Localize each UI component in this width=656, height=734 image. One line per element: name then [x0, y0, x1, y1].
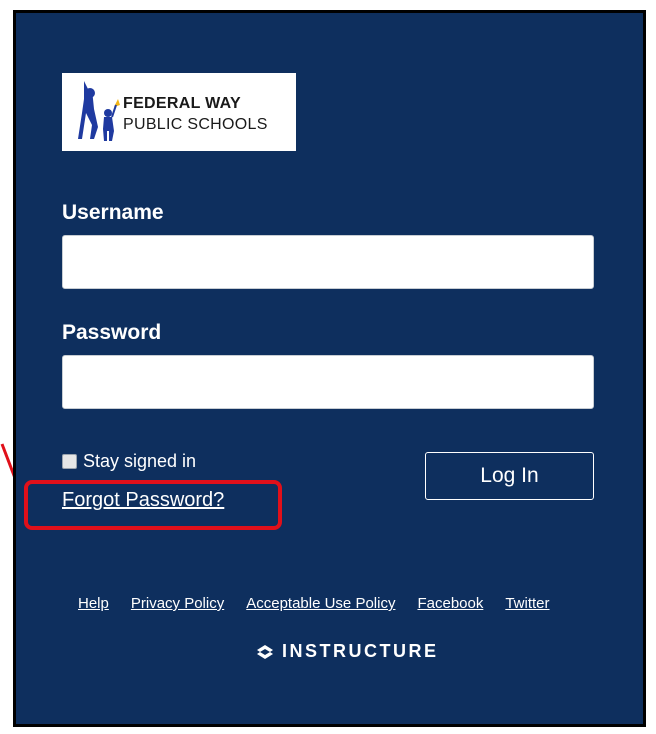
footer-link-acceptable-use-policy[interactable]: Acceptable Use Policy [246, 595, 395, 612]
school-logo: FEDERAL WAY PUBLIC SCHOOLS [62, 73, 296, 151]
stay-signed-in-label: Stay signed in [83, 451, 197, 471]
footer-links: Help Privacy Policy Acceptable Use Polic… [78, 595, 550, 612]
instructure-brand[interactable]: INSTRUCTURE [256, 641, 439, 662]
footer-link-facebook[interactable]: Facebook [417, 595, 483, 612]
logo-text-line2: PUBLIC SCHOOLS [123, 116, 268, 133]
username-input[interactable] [62, 235, 594, 289]
page-frame: FEDERAL WAY PUBLIC SCHOOLS Username Pass… [0, 0, 656, 734]
footer-link-twitter[interactable]: Twitter [505, 595, 549, 612]
password-label: Password [62, 321, 162, 344]
footer-link-help[interactable]: Help [78, 595, 109, 612]
footer-link-privacy-policy[interactable]: Privacy Policy [131, 595, 224, 612]
logo-text-line1: FEDERAL WAY [123, 95, 241, 112]
login-button[interactable]: Log In [425, 452, 594, 500]
password-input[interactable] [62, 355, 594, 409]
login-panel: FEDERAL WAY PUBLIC SCHOOLS Username Pass… [13, 10, 646, 727]
stay-signed-in[interactable]: Stay signed in [62, 451, 196, 472]
stay-signed-in-checkbox[interactable] [62, 454, 77, 469]
school-figures-logo-icon [78, 81, 120, 141]
instructure-brand-text: INSTRUCTURE [282, 641, 439, 661]
instructure-logo-icon [257, 644, 273, 659]
forgot-password-highlight-box [24, 480, 282, 530]
username-label: Username [62, 201, 164, 224]
